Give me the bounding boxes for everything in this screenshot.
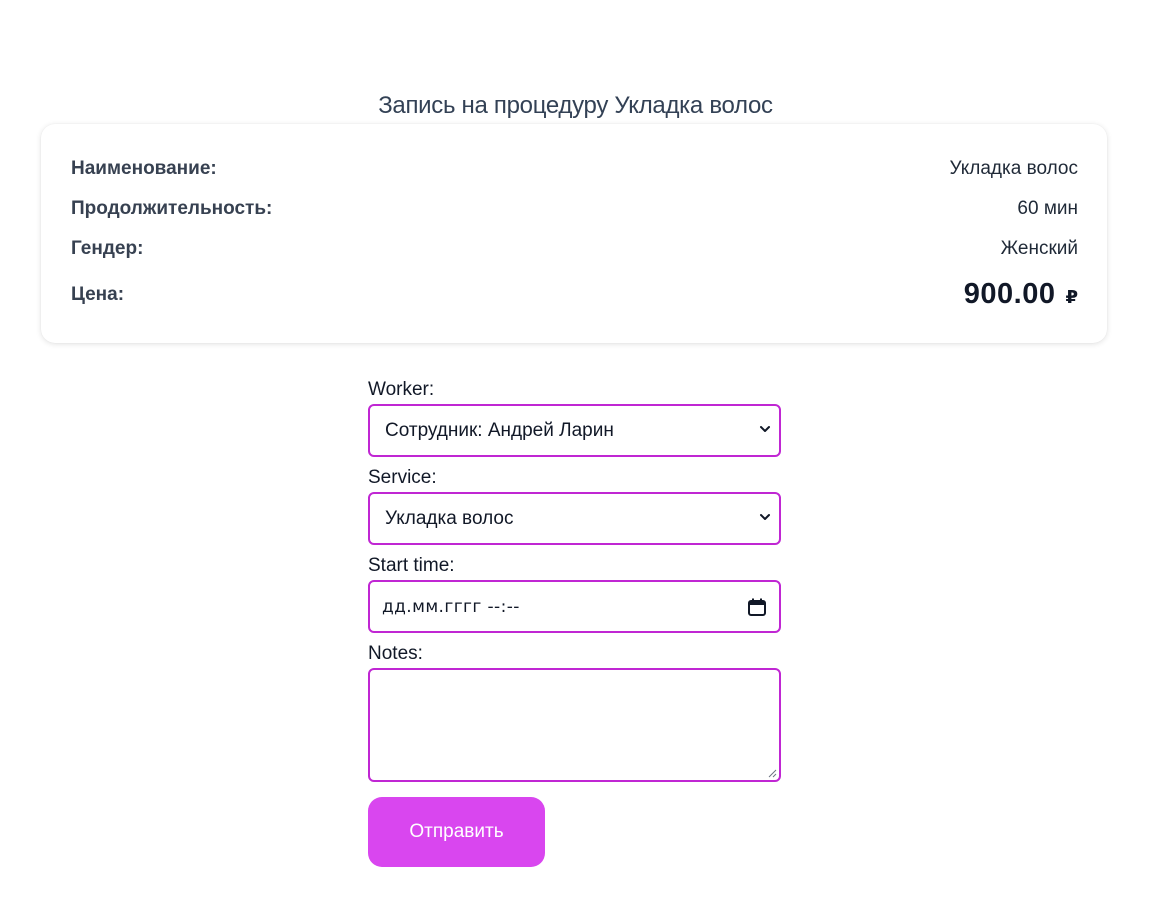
service-label: Service:: [368, 467, 437, 488]
chevron-down-icon: [760, 513, 770, 520]
worker-select[interactable]: Сотрудник: Андрей Ларин: [368, 404, 781, 457]
duration-label: Продолжительность:: [71, 198, 273, 219]
start-time-placeholder: дд.мм.гггг --:--: [382, 596, 520, 617]
page-title: Запись на процедуру Укладка волос: [378, 92, 773, 119]
detail-row-duration: Продолжительность: 60 мин: [71, 198, 1078, 220]
service-details-card: Наименование: Укладка волос Продолжитель…: [41, 124, 1107, 343]
gender-value: Женский: [1000, 238, 1078, 259]
booking-form: Worker: Сотрудник: Андрей Ларин Service:…: [368, 376, 781, 867]
notes-label: Notes:: [368, 643, 423, 664]
price-label: Цена:: [71, 283, 125, 305]
price-currency: ₽: [1065, 287, 1078, 307]
gender-label: Гендер:: [71, 238, 144, 259]
start-time-label: Start time:: [368, 555, 455, 576]
worker-select-value: Сотрудник: Андрей Ларин: [385, 419, 614, 441]
page: Запись на процедуру Укладка волос Наимен…: [0, 0, 1151, 920]
name-label: Наименование:: [71, 158, 217, 179]
service-select[interactable]: Укладка волос: [368, 492, 781, 545]
start-time-input[interactable]: дд.мм.гггг --:--: [368, 580, 781, 633]
price-amount: 900.00: [963, 278, 1056, 310]
service-select-value: Укладка волос: [385, 507, 514, 529]
worker-label: Worker:: [368, 379, 435, 400]
chevron-down-icon: [760, 425, 770, 432]
notes-textarea[interactable]: [368, 668, 781, 782]
submit-button[interactable]: Отправить: [368, 797, 545, 867]
duration-value: 60 мин: [1017, 198, 1078, 219]
detail-row-gender: Гендер: Женский: [71, 238, 1078, 260]
resize-handle-icon[interactable]: [767, 768, 777, 778]
calendar-icon[interactable]: [747, 597, 767, 617]
detail-row-price: Цена: 900.00 ₽: [71, 278, 1078, 311]
detail-row-name: Наименование: Укладка волос: [71, 158, 1078, 180]
name-value: Укладка волос: [949, 158, 1078, 179]
price: 900.00 ₽: [964, 278, 1078, 311]
